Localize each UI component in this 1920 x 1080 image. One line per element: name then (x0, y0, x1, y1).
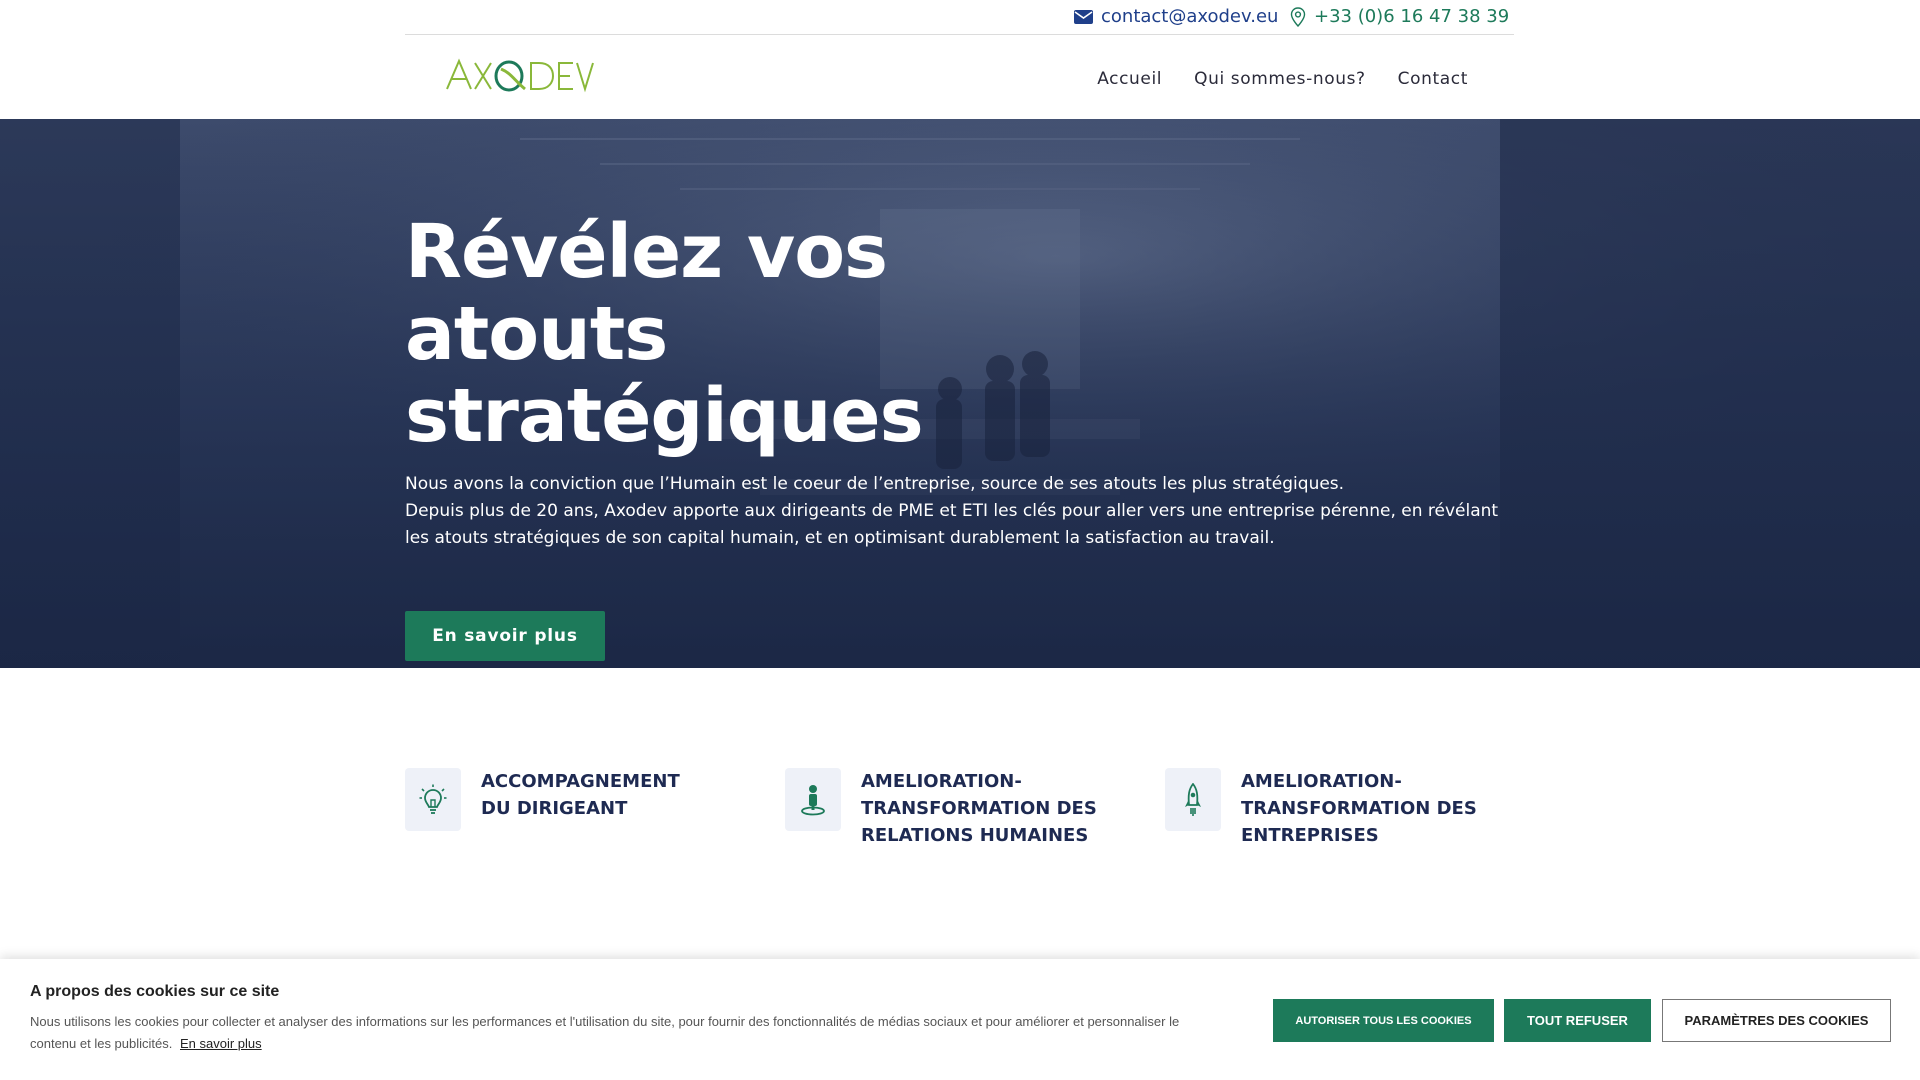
person-pin-icon (785, 768, 841, 831)
services-section: ACCOMPAGNEMENT DU DIRIGEANT AMELIORATION… (405, 768, 1514, 888)
top-contact-bar: contact@axodev.eu +33 (0)6 16 47 38 39 (405, 0, 1514, 35)
phone-text: +33 (0)6 16 47 38 39 (1314, 6, 1510, 27)
service-title-line: AMELIORATION- (861, 771, 1022, 792)
service-title-line: TRANSFORMATION DES (1241, 798, 1477, 819)
main-nav: Accueil Qui sommes-nous? Contact (1097, 69, 1468, 89)
site-header: Accueil Qui sommes-nous? Contact (405, 35, 1514, 119)
cookie-title: A propos des cookies sur ce site (30, 983, 280, 1000)
hero-title-line1: Révélez vos atouts (405, 209, 888, 377)
service-entreprises[interactable]: AMELIORATION- TRANSFORMATION DES ENTREPR… (1165, 768, 1481, 849)
service-title-line: DU DIRIGEANT (481, 798, 628, 819)
service-title-line: ACCOMPAGNEMENT (481, 771, 680, 792)
hero-description: Nous avons la conviction que l’Humain es… (405, 471, 1514, 552)
service-title: AMELIORATION- TRANSFORMATION DES RELATIO… (861, 768, 1101, 849)
service-title: AMELIORATION- TRANSFORMATION DES ENTREPR… (1241, 768, 1481, 849)
envelope-icon (1074, 9, 1093, 25)
nav-qui-sommes-nous[interactable]: Qui sommes-nous? (1194, 69, 1366, 89)
hero-title: Révélez vos atouts stratégiques (405, 211, 1165, 457)
hero-section: Révélez vos atouts stratégiques Nous avo… (0, 119, 1920, 668)
cookie-settings-button[interactable]: PARAMÈTRES DES COOKIES (1662, 999, 1891, 1042)
hero-paragraph-1: Nous avons la conviction que l’Humain es… (405, 474, 1345, 494)
en-savoir-plus-button[interactable]: En savoir plus (405, 611, 605, 661)
service-relations-humaines[interactable]: AMELIORATION- TRANSFORMATION DES RELATIO… (785, 768, 1101, 849)
nav-accueil[interactable]: Accueil (1097, 69, 1162, 89)
service-title-line: AMELIORATION- (1241, 771, 1402, 792)
axodev-logo[interactable] (445, 55, 595, 95)
email-text: contact@axodev.eu (1101, 6, 1279, 27)
phone-link[interactable]: +33 (0)6 16 47 38 39 (1290, 6, 1509, 27)
refuse-all-cookies-button[interactable]: TOUT REFUSER (1504, 999, 1651, 1042)
rocket-icon (1165, 768, 1221, 831)
cookie-banner: A propos des cookies sur ce site Nous ut… (0, 959, 1920, 1080)
service-title-line: RELATIONS HUMAINES (861, 825, 1089, 846)
cookie-learn-more-link[interactable]: En savoir plus (180, 1036, 262, 1051)
hero-title-line2: stratégiques (405, 373, 924, 459)
service-title: ACCOMPAGNEMENT DU DIRIGEANT (481, 768, 721, 831)
hero-content: Révélez vos atouts stratégiques Nous avo… (405, 211, 1514, 661)
email-link[interactable]: contact@axodev.eu (1074, 6, 1278, 27)
cookie-description: Nous utilisons les cookies pour collecte… (30, 1011, 1190, 1055)
nav-contact[interactable]: Contact (1398, 69, 1468, 89)
location-pin-icon (1290, 6, 1306, 27)
service-title-line: TRANSFORMATION DES (861, 798, 1097, 819)
service-accompagnement[interactable]: ACCOMPAGNEMENT DU DIRIGEANT (405, 768, 721, 831)
lightbulb-icon (405, 768, 461, 831)
service-title-line: ENTREPRISES (1241, 825, 1379, 846)
allow-all-cookies-button[interactable]: AUTORISER TOUS LES COOKIES (1273, 999, 1494, 1042)
hero-paragraph-2: Depuis plus de 20 ans, Axodev apporte au… (405, 501, 1499, 548)
